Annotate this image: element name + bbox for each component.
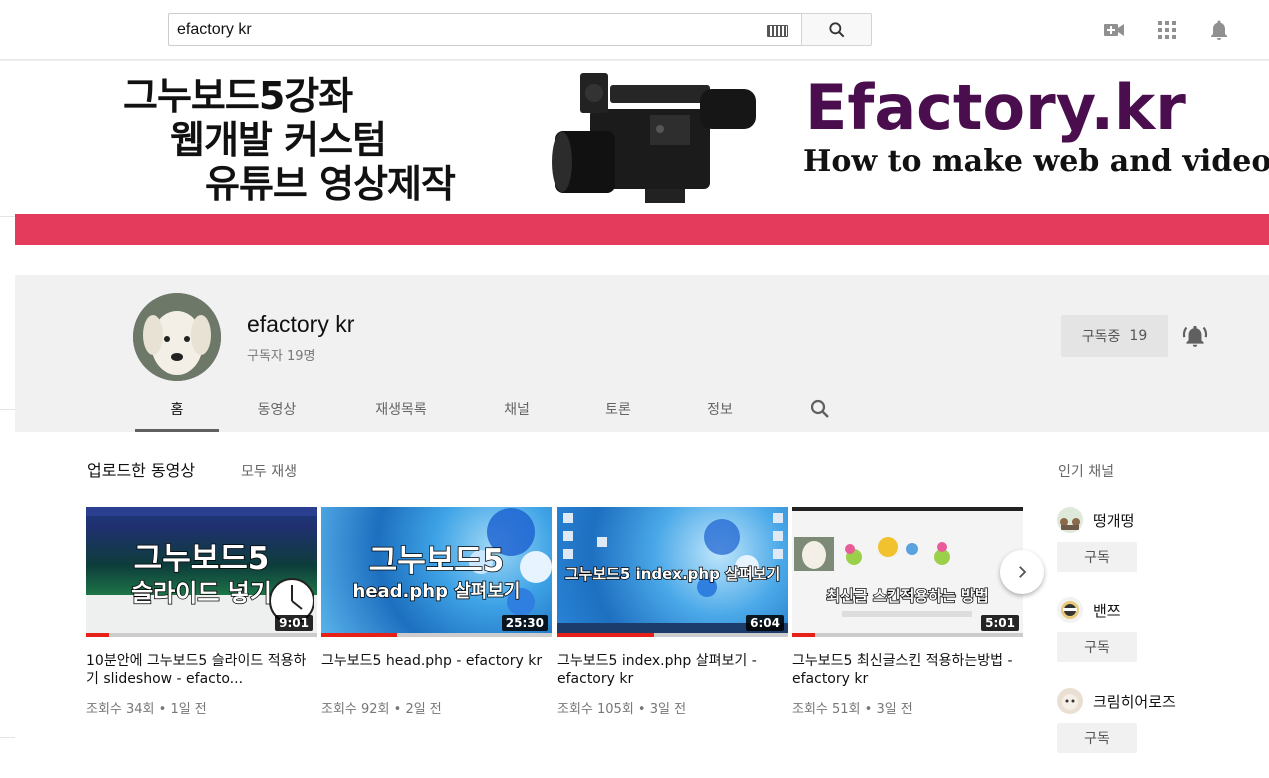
video-title[interactable]: 그누보드5 최신글스킨 적용하는방법 - efactory kr [792,652,1023,688]
masthead [0,0,1269,60]
thumbnail-text: 그누보드5 index.php 살펴보기 [564,564,781,584]
notifications-bell-icon[interactable] [1207,18,1231,42]
shelf-next-button[interactable] [1000,550,1044,594]
search-icon [828,21,844,37]
video-duration: 5:01 [981,615,1019,631]
search-button[interactable] [801,13,872,46]
channel-name[interactable]: 크림히어로즈 [1093,691,1176,712]
video-duration: 9:01 [275,615,313,631]
video-duration: 6:04 [746,615,784,631]
uploads-section-title[interactable]: 업로드한 동영상 [87,457,195,481]
tab-about[interactable]: 정보 [678,391,762,432]
watch-progress [557,633,788,637]
channel-banner: 그누보드5강좌 웹개발 커스텀 유튜브 영상제작 Efactory.kr How… [15,61,1269,214]
watch-progress [86,633,317,637]
channel-avatar[interactable] [1057,507,1083,533]
create-video-icon[interactable] [1102,18,1126,42]
thumbnail-text-2: 슬라이드 넣기 [130,578,272,608]
video-thumbnail[interactable]: 그누보드5 슬라이드 넣기 9:01 [86,507,317,637]
tab-playlists[interactable]: 재생목록 [353,391,449,432]
video-title[interactable]: 10분안에 그누보드5 슬라이드 적용하기 slideshow - efacto… [86,652,317,688]
channel-name[interactable]: 떵개떵 [1093,510,1134,531]
video-duration: 25:30 [501,615,548,631]
subscribe-button[interactable]: 구독 [1057,542,1137,572]
chevron-right-icon [1019,566,1027,578]
search-box[interactable] [168,13,802,46]
video-meta: 조회수 105회 • 3일 전 [557,702,687,717]
watch-progress [321,633,552,637]
video-meta: 조회수 92회 • 2일 전 [321,702,442,717]
sidebar-edge [0,61,15,778]
banner-spacer [15,245,1269,275]
channel-header: efactory kr 구독자 19명 구독중 19 홈 동영상 재생목록 채널… [15,275,1269,432]
thumbnail-text: 최신글 스킨적용하는 방법 [826,586,990,606]
keyboard-icon[interactable] [767,25,788,37]
video-thumbnail[interactable]: 그누보드5 index.php 살펴보기 6:04 [557,507,788,637]
banner-logo: Efactory.kr [805,71,1186,144]
subscribed-count: 19 [1129,328,1148,344]
video-card[interactable]: 그누보드5 슬라이드 넣기 9:01 10분안에 그누보드5 슬라이드 적용하기… [86,507,317,717]
thumbnail-text-2: head.php 살펴보기 [352,580,521,603]
video-title[interactable]: 그누보드5 index.php 살펴보기 - efactory kr [557,652,788,688]
watch-progress [792,633,1023,637]
banner-tagline: How to make web and video [803,144,1269,179]
tab-home[interactable]: 홈 [135,391,219,432]
video-title[interactable]: 그누보드5 head.php - efactory kr [321,652,552,688]
subscriber-count: 구독자 19명 [247,349,316,364]
popular-channels-title: 인기 채널 [1058,464,1114,480]
thumbnail-text-1: 그누보드5 [368,542,505,580]
video-thumbnail[interactable]: 그누보드5 head.php 살펴보기 25:30 [321,507,552,637]
play-all-link[interactable]: 모두 재생 [241,461,297,481]
banner-accent-bar [15,214,1269,245]
notification-bell-ringing-icon[interactable] [1182,321,1208,349]
video-thumbnail[interactable]: 최신글 스킨적용하는 방법 5:01 [792,507,1023,637]
subscribe-button[interactable]: 구독 [1057,632,1137,662]
subscribed-label: 구독중 [1081,329,1121,345]
video-card[interactable]: 그누보드5 index.php 살펴보기 6:04 그누보드5 index.ph… [557,507,788,717]
video-meta: 조회수 34회 • 1일 전 [86,702,207,717]
subscribed-button[interactable]: 구독중 19 [1061,315,1168,357]
subscribe-button[interactable]: 구독 [1057,723,1137,753]
camcorder-image [552,73,756,203]
video-card[interactable]: 최신글 스킨적용하는 방법 5:01 그누보드5 최신글스킨 적용하는방법 - … [792,507,1023,717]
channel-avatar[interactable] [133,293,221,381]
channel-avatar[interactable] [1057,597,1083,623]
video-meta: 조회수 51회 • 3일 전 [792,702,913,717]
channel-search-icon[interactable] [808,397,832,421]
channel-name: efactory kr [247,311,355,337]
tab-videos[interactable]: 동영상 [235,391,319,432]
channel-avatar[interactable] [1057,688,1083,714]
channel-name[interactable]: 밴쯔 [1093,600,1121,621]
apps-grid-icon[interactable] [1155,18,1179,42]
tab-channels[interactable]: 채널 [475,391,559,432]
banner-line-3: 유튜브 영상제작 [205,162,456,206]
thumbnail-text-1: 그누보드5 [133,540,270,578]
channel-content: 업로드한 동영상 모두 재생 그누보드5 슬라이드 넣기 9:01 10분안에 … [15,432,1269,778]
search-input[interactable] [169,14,749,45]
video-card[interactable]: 그누보드5 head.php 살펴보기 25:30 그누보드5 head.php… [321,507,552,717]
tab-discussion[interactable]: 토론 [576,391,660,432]
